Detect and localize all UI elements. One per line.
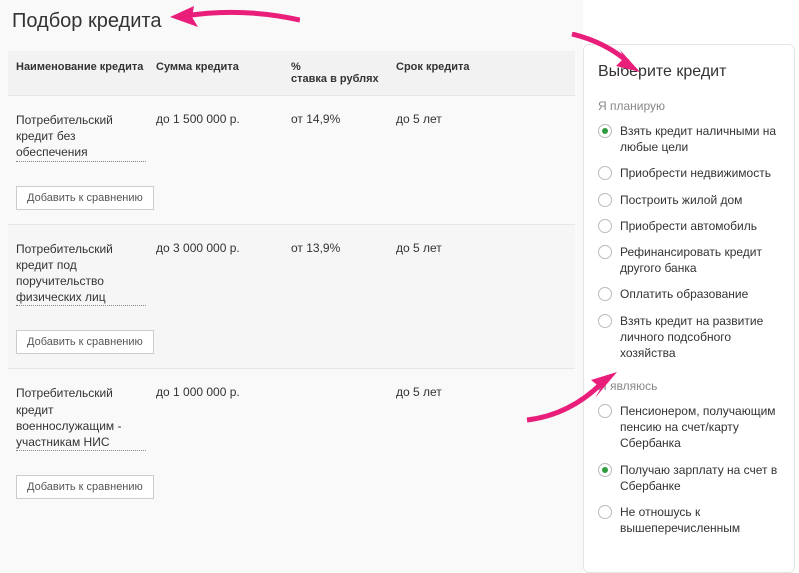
column-header-rate: % ставка в рублях bbox=[291, 61, 396, 85]
plan-section-label: Я планирую bbox=[598, 99, 780, 113]
radio-icon bbox=[598, 463, 612, 477]
loan-amount: до 1 000 000 р. bbox=[156, 385, 291, 455]
loan-term: до 5 лет bbox=[396, 385, 481, 455]
loan-rate: от 13,9% bbox=[291, 241, 396, 311]
column-header-name: Наименование кредита bbox=[16, 61, 156, 85]
page-title: Подбор кредита bbox=[8, 10, 575, 33]
radio-icon bbox=[598, 124, 612, 138]
status-section-label: Я являюсь bbox=[598, 379, 780, 393]
column-header-term: Срок кредита bbox=[396, 61, 481, 85]
radio-icon bbox=[598, 505, 612, 519]
main-panel: Подбор кредита Наименование кредита Сумм… bbox=[0, 0, 583, 573]
radio-icon bbox=[598, 404, 612, 418]
side-panel-title: Выберите кредит bbox=[598, 63, 780, 81]
loan-rate: от 14,9% bbox=[291, 112, 396, 166]
compare-button[interactable]: Добавить к сравнению bbox=[16, 330, 154, 354]
radio-icon bbox=[598, 245, 612, 259]
table-row: Потребительский кредит под поручительств… bbox=[8, 224, 575, 321]
side-panel: Выберите кредит Я планирую Взять кредит … bbox=[583, 44, 795, 573]
loan-term: до 5 лет bbox=[396, 241, 481, 311]
loan-name-link[interactable]: Потребительский кредит под поручительств… bbox=[16, 241, 146, 307]
plan-radio-group: Взять кредит наличными на любые цели При… bbox=[598, 123, 780, 361]
column-header-amount: Сумма кредита bbox=[156, 61, 291, 85]
radio-label: Оплатить образование bbox=[620, 286, 748, 302]
radio-icon bbox=[598, 314, 612, 328]
radio-icon bbox=[598, 287, 612, 301]
radio-status-salary[interactable]: Получаю зарплату на счет в Сбербанке bbox=[598, 462, 780, 494]
radio-label: Взять кредит на развитие личного подсобн… bbox=[620, 313, 780, 362]
radio-label: Пенсионером, получающим пенсию на счет/к… bbox=[620, 403, 780, 452]
radio-plan-car[interactable]: Приобрести автомобиль bbox=[598, 218, 780, 234]
loan-term: до 5 лет bbox=[396, 112, 481, 166]
radio-label: Рефинансировать кредит другого банка bbox=[620, 244, 780, 276]
table-row: Потребительский кредит военнослужащим - … bbox=[8, 368, 575, 465]
table-header: Наименование кредита Сумма кредита % ста… bbox=[8, 51, 575, 95]
radio-label: Взять кредит наличными на любые цели bbox=[620, 123, 780, 155]
table-row: Потребительский кредит без обеспечения д… bbox=[8, 95, 575, 176]
loan-name-link[interactable]: Потребительский кредит военнослужащим - … bbox=[16, 385, 146, 451]
loan-rate bbox=[291, 385, 396, 455]
radio-plan-education[interactable]: Оплатить образование bbox=[598, 286, 780, 302]
radio-plan-refinance[interactable]: Рефинансировать кредит другого банка bbox=[598, 244, 780, 276]
radio-icon bbox=[598, 193, 612, 207]
radio-plan-house[interactable]: Построить жилой дом bbox=[598, 192, 780, 208]
radio-label: Не отношусь к вышеперечисленным bbox=[620, 504, 780, 536]
loan-name-link[interactable]: Потребительский кредит без обеспечения bbox=[16, 112, 146, 162]
radio-plan-realestate[interactable]: Приобрести недвижимость bbox=[598, 165, 780, 181]
radio-status-pensioner[interactable]: Пенсионером, получающим пенсию на счет/к… bbox=[598, 403, 780, 452]
loan-amount: до 3 000 000 р. bbox=[156, 241, 291, 311]
radio-label: Построить жилой дом bbox=[620, 192, 742, 208]
status-radio-group: Пенсионером, получающим пенсию на счет/к… bbox=[598, 403, 780, 536]
compare-button[interactable]: Добавить к сравнению bbox=[16, 475, 154, 499]
loan-amount: до 1 500 000 р. bbox=[156, 112, 291, 166]
compare-button[interactable]: Добавить к сравнению bbox=[16, 186, 154, 210]
radio-label: Получаю зарплату на счет в Сбербанке bbox=[620, 462, 780, 494]
radio-plan-cash[interactable]: Взять кредит наличными на любые цели bbox=[598, 123, 780, 155]
radio-label: Приобрести автомобиль bbox=[620, 218, 757, 234]
radio-label: Приобрести недвижимость bbox=[620, 165, 771, 181]
radio-plan-farm[interactable]: Взять кредит на развитие личного подсобн… bbox=[598, 313, 780, 362]
radio-icon bbox=[598, 166, 612, 180]
radio-status-none[interactable]: Не отношусь к вышеперечисленным bbox=[598, 504, 780, 536]
radio-icon bbox=[598, 219, 612, 233]
